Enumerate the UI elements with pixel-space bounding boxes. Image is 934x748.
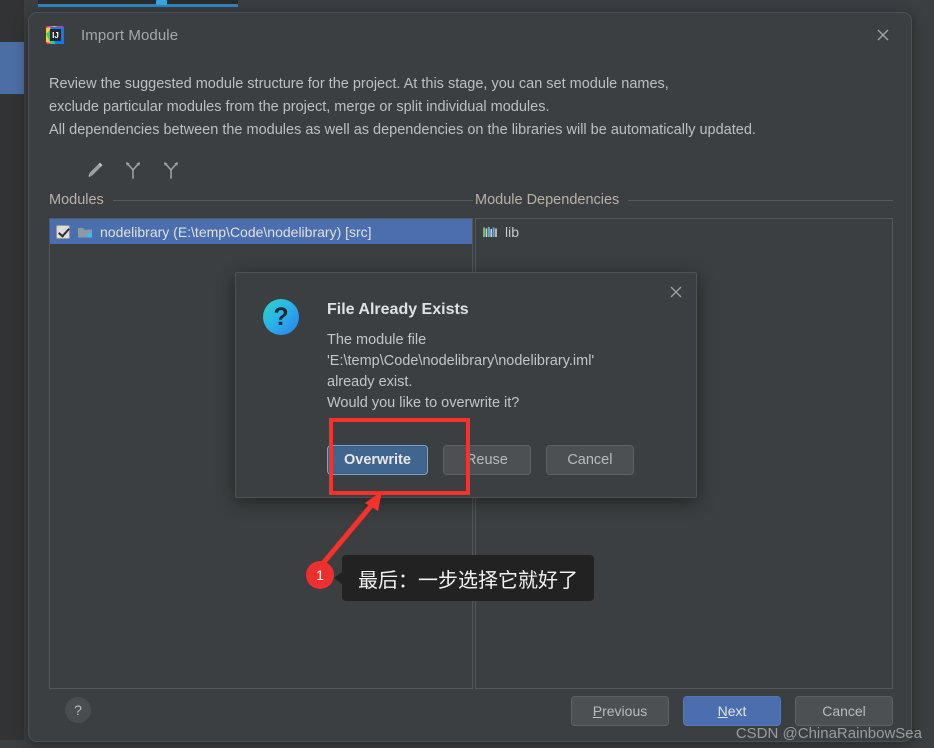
ide-tab-indicator — [156, 0, 167, 5]
modal-title: File Already Exists — [327, 301, 469, 319]
list-item-label: nodelibrary (E:\temp\Code\nodelibrary) [… — [100, 224, 372, 240]
previous-button-label: revious — [602, 703, 647, 719]
merge-icon[interactable] — [121, 158, 145, 182]
question-icon: ? — [263, 299, 299, 335]
header-rule — [113, 200, 473, 201]
ide-editor-tab[interactable] — [38, 0, 238, 7]
next-button-label: ext — [728, 703, 747, 719]
previous-button-mnemonic: P — [593, 703, 602, 719]
next-button[interactable]: Next — [683, 696, 781, 726]
module-toolbar — [29, 142, 911, 184]
reuse-button[interactable]: Reuse — [443, 445, 531, 475]
annotation-badge: 1 — [306, 561, 334, 589]
module-checkbox[interactable] — [56, 225, 70, 239]
dialog-description: Review the suggested module structure fo… — [29, 57, 911, 142]
modules-panel-label: Modules — [49, 192, 104, 208]
dependencies-panel-label: Module Dependencies — [475, 192, 619, 208]
intellij-idea-logo-icon: IJ — [45, 25, 65, 45]
list-item[interactable]: lib — [476, 219, 892, 244]
svg-text:IJ: IJ — [52, 31, 59, 40]
overwrite-button[interactable]: Overwrite — [327, 445, 428, 475]
ide-left-rail-selection[interactable] — [0, 42, 24, 94]
split-icon[interactable] — [159, 158, 183, 182]
modal-cancel-button[interactable]: Cancel — [546, 445, 634, 475]
modal-message-line-2: 'E:\temp\Code\nodelibrary\nodelibrary.im… — [327, 351, 680, 372]
footer-button-group: Previous Next Cancel — [571, 696, 893, 726]
description-line-1: Review the suggested module structure fo… — [49, 73, 881, 96]
ide-right-gap — [912, 0, 934, 748]
library-icon — [482, 225, 498, 239]
annotation-tooltip: 最后：一步选择它就好了 — [342, 555, 594, 601]
modal-button-group: Overwrite Reuse Cancel — [327, 445, 634, 475]
close-icon[interactable] — [873, 25, 893, 45]
close-icon[interactable] — [668, 284, 684, 300]
description-line-2: exclude particular modules from the proj… — [49, 96, 881, 119]
modal-message-line-3: already exist. — [327, 372, 680, 393]
module-folder-icon — [77, 225, 93, 239]
dependencies-panel-header: Module Dependencies — [475, 189, 893, 211]
list-item-label: lib — [505, 224, 519, 240]
modal-message: The module file 'E:\temp\Code\nodelibrar… — [327, 330, 680, 414]
list-item[interactable]: nodelibrary (E:\temp\Code\nodelibrary) [… — [50, 219, 472, 244]
help-button[interactable]: ? — [65, 697, 91, 723]
dialog-titlebar: IJ Import Module — [29, 13, 911, 57]
modules-panel-header: Modules — [49, 189, 473, 211]
modal-message-line-4: Would you like to overwrite it? — [327, 393, 680, 414]
next-button-mnemonic: N — [718, 703, 728, 719]
screen: IJ Import Module Review the suggested mo… — [0, 0, 934, 748]
ide-left-rail — [0, 0, 24, 748]
modal-message-line-1: The module file — [327, 330, 680, 351]
previous-button[interactable]: Previous — [571, 696, 669, 726]
edit-icon[interactable] — [83, 158, 107, 182]
cancel-button[interactable]: Cancel — [795, 696, 893, 726]
watermark: CSDN @ChinaRainbowSea — [736, 725, 922, 742]
dialog-title: Import Module — [81, 27, 178, 44]
header-rule — [628, 200, 893, 201]
description-line-3: All dependencies between the modules as … — [49, 119, 881, 142]
file-already-exists-dialog: ? File Already Exists The module file 'E… — [235, 272, 697, 498]
